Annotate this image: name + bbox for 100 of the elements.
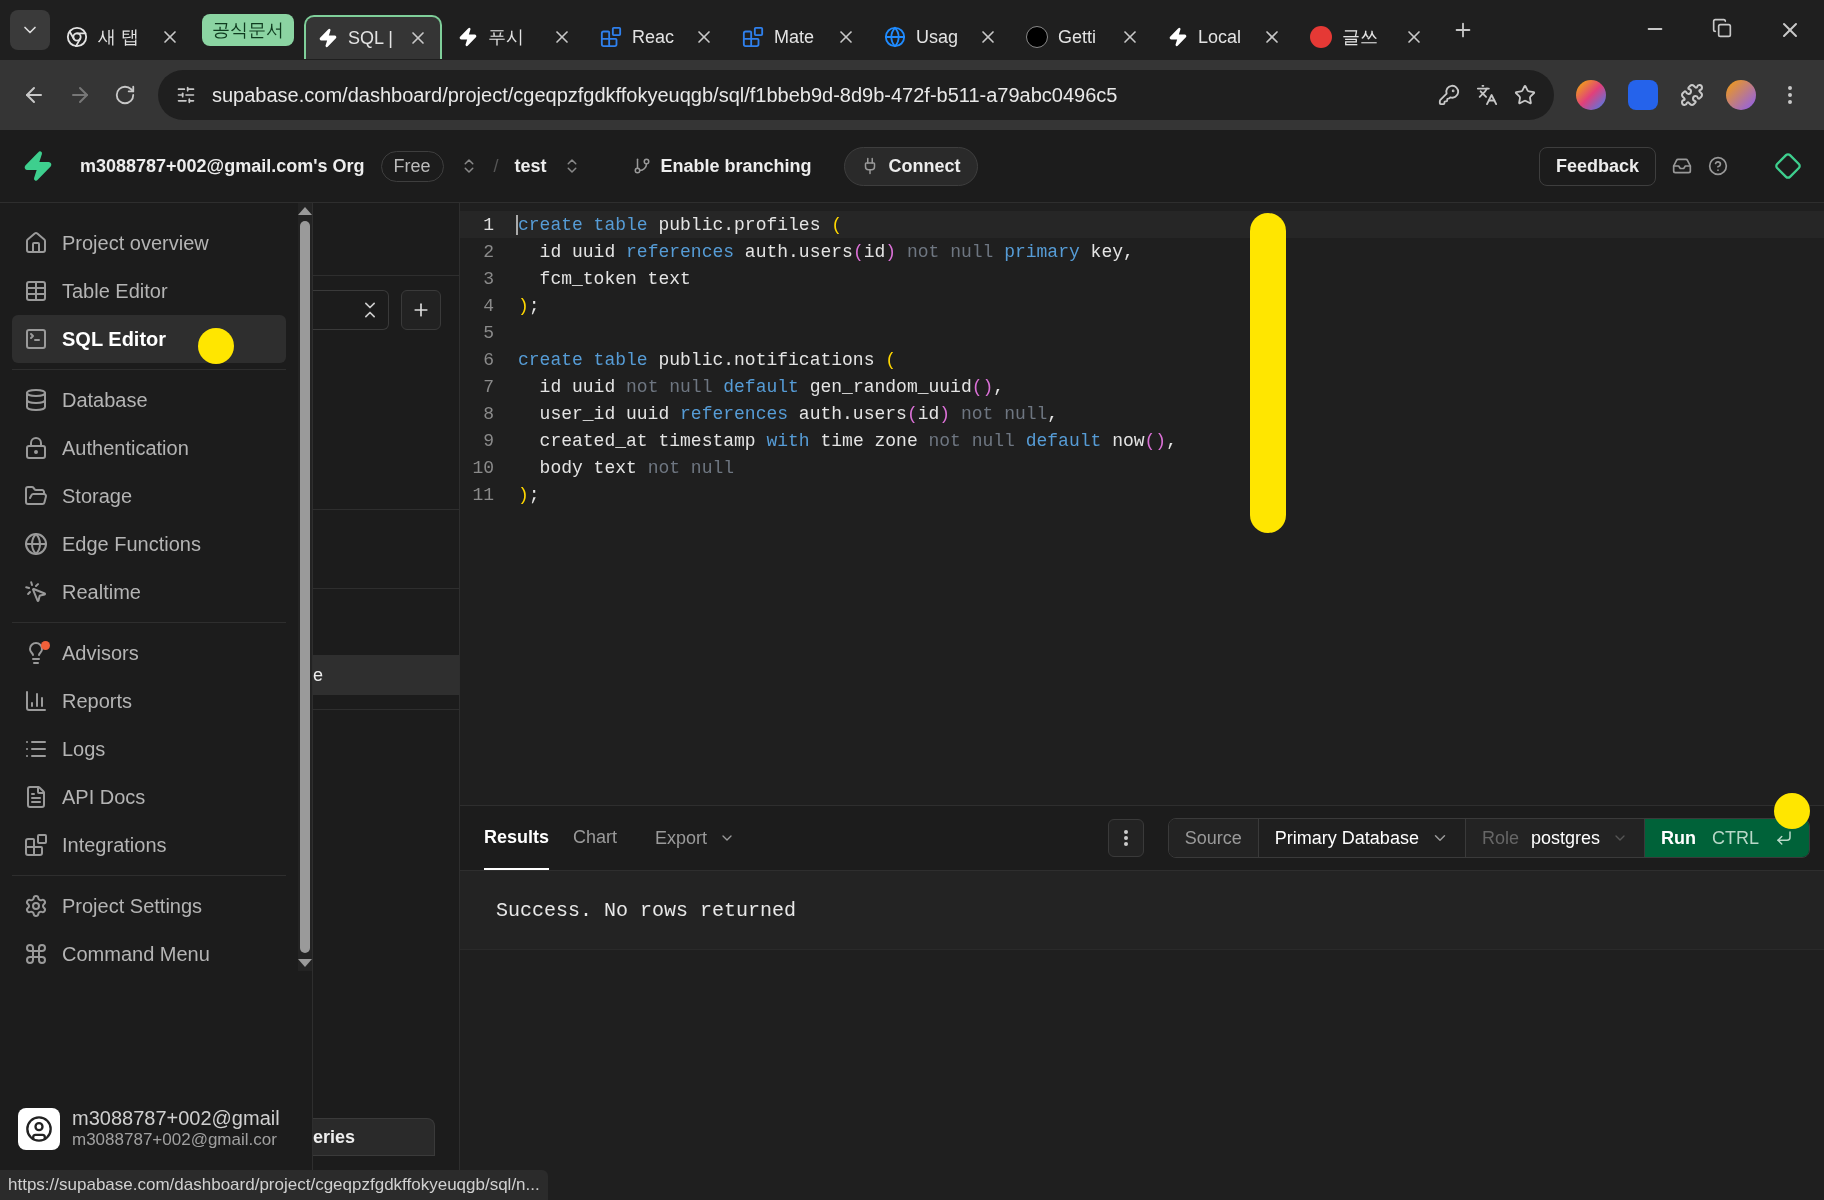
sidebar-item[interactable]: SQL Editor xyxy=(12,315,286,363)
queries-button[interactable]: eries xyxy=(313,1118,435,1156)
breadcrumb-separator: / xyxy=(493,155,499,177)
line-number: 3 xyxy=(482,268,494,289)
sidebar-item[interactable]: Logs xyxy=(12,725,286,773)
sidebar-item[interactable]: Project Settings xyxy=(12,882,286,930)
restore-icon[interactable] xyxy=(1712,18,1732,38)
run-button[interactable]: Run CTRL xyxy=(1644,819,1809,857)
sidebar-item[interactable]: Integrations xyxy=(12,821,286,869)
address-bar[interactable]: supabase.com/dashboard/project/cgeqpzfgdkffokyeuqgb/sql/f1bbeb9d-8d9b-472f-b511-a79abc0496c5 xyxy=(158,70,1554,120)
code-line: user_id uuid references auth.users(id) not null, xyxy=(538,403,1059,424)
line-number: 4 xyxy=(482,295,494,316)
sidebar-item[interactable]: Command Menu xyxy=(12,930,286,978)
command-icon xyxy=(24,942,48,966)
browser-tab[interactable]: Local xyxy=(1156,15,1294,59)
bolt-icon xyxy=(458,27,478,47)
blocks-icon xyxy=(742,26,764,48)
document-icon xyxy=(24,785,48,809)
line-number: 8 xyxy=(482,403,494,424)
more-options-button[interactable] xyxy=(1107,819,1144,857)
user-email: m3088787+002@gmail.cor xyxy=(72,1130,278,1150)
sidebar-item[interactable]: Edge Functions xyxy=(12,520,286,568)
code-line: create table public.notifications ( xyxy=(517,349,897,370)
line-number: 5 xyxy=(482,322,494,343)
browser-tab[interactable]: 새 탭 xyxy=(54,15,192,59)
browser-tab[interactable]: Getti xyxy=(1014,15,1152,59)
role-select[interactable]: Role postgres xyxy=(1464,819,1644,857)
line-number: 10 xyxy=(471,457,494,478)
user-name: m3088787+002@gmail xyxy=(72,1107,280,1130)
browser-tab[interactable]: Usag xyxy=(872,15,1010,59)
kebab-icon xyxy=(1123,830,1128,846)
browser-tab[interactable]: Reac xyxy=(588,15,726,59)
enable-branching-button[interactable]: Enable branching xyxy=(616,147,828,185)
connect-button[interactable]: Connect xyxy=(843,146,978,186)
translate-icon[interactable] xyxy=(1476,84,1498,106)
add-query-button[interactable] xyxy=(401,290,441,330)
star-icon[interactable] xyxy=(1514,84,1536,106)
feedback-button[interactable]: Feedback xyxy=(1538,146,1656,186)
table-icon xyxy=(24,279,48,303)
line-number: 11 xyxy=(471,484,494,505)
code-line: id uuid references auth.users(id) not null primary key, xyxy=(538,241,1134,262)
bolt-icon xyxy=(318,28,338,48)
line-number: 7 xyxy=(482,376,494,397)
extension-icon[interactable] xyxy=(1576,80,1606,110)
code-line: id uuid not null default gen_random_uuid(), xyxy=(538,376,1005,397)
source-label: Source xyxy=(1168,819,1258,857)
chart-icon xyxy=(24,689,48,713)
sidebar-item[interactable]: Database xyxy=(12,376,286,424)
user-avatar[interactable] xyxy=(18,1107,60,1150)
export-button[interactable]: Export xyxy=(649,826,742,850)
bolt-icon xyxy=(1168,27,1188,47)
circle-icon xyxy=(1026,26,1048,48)
sidebar-item[interactable]: Reports xyxy=(12,677,286,725)
database-icon xyxy=(24,388,48,412)
pointer-icon xyxy=(24,580,48,604)
help-icon[interactable] xyxy=(1708,156,1728,176)
diamond-icon[interactable] xyxy=(1774,152,1802,180)
enter-key-icon xyxy=(1775,829,1793,847)
result-message: Success. No rows returned xyxy=(460,871,1824,950)
query-list-item[interactable]: e xyxy=(313,655,459,695)
line-number: 9 xyxy=(482,430,494,451)
sidebar-item[interactable]: Project overview xyxy=(12,219,286,267)
line-number: 6 xyxy=(482,349,494,370)
sidebar-item[interactable]: API Docs xyxy=(12,773,286,821)
organization-name[interactable]: m3088787+002@gmail.com's Org xyxy=(80,155,365,177)
folder-icon xyxy=(24,484,48,508)
puzzle-icon[interactable] xyxy=(1680,83,1704,107)
home-icon xyxy=(24,231,48,255)
inbox-icon[interactable] xyxy=(1672,156,1692,176)
lock-icon xyxy=(24,436,48,460)
bolt-logo-icon[interactable] xyxy=(22,150,54,182)
tab-group-label[interactable]: 공식문서 xyxy=(202,14,294,46)
link-preview-url: https://supabase.com/dashboard/project/cgeqpzfgdkffokyeuqgb/sql/n... xyxy=(0,1170,548,1200)
reload-icon[interactable] xyxy=(114,84,136,106)
blocks-icon xyxy=(24,833,48,857)
sidebar-item[interactable]: Table Editor xyxy=(12,267,286,315)
results-tab[interactable]: Chart xyxy=(573,806,618,870)
site-settings-icon[interactable] xyxy=(176,85,196,105)
line-number: 2 xyxy=(482,241,494,262)
browser-tab[interactable]: 글쓰 xyxy=(1298,15,1436,59)
code-line: ); xyxy=(517,484,540,505)
circle-icon xyxy=(1310,26,1332,48)
code-line: create table public.profiles ( xyxy=(516,214,843,235)
sidebar-item[interactable]: Storage xyxy=(12,472,286,520)
branch-icon xyxy=(632,157,651,175)
browser-tab[interactable]: 푸시 xyxy=(446,15,584,59)
sidebar-item[interactable]: Advisors xyxy=(12,629,286,677)
user-icon xyxy=(25,1114,53,1143)
code-line: body text not null xyxy=(538,457,735,478)
settings-icon xyxy=(24,894,48,918)
key-icon[interactable] xyxy=(1438,84,1460,106)
project-name[interactable]: test xyxy=(514,155,547,177)
sidebar-item[interactable]: Authentication xyxy=(12,424,286,472)
code-line: fcm_token text xyxy=(538,268,691,289)
sidebar-item[interactable]: Realtime xyxy=(12,568,286,616)
browser-tab[interactable]: SQL | xyxy=(304,15,442,59)
scrollbar[interactable] xyxy=(297,203,312,971)
profile-avatar-icon[interactable] xyxy=(1726,80,1756,110)
terminal-icon xyxy=(24,327,48,351)
browser-tab[interactable]: Mate xyxy=(730,15,868,59)
